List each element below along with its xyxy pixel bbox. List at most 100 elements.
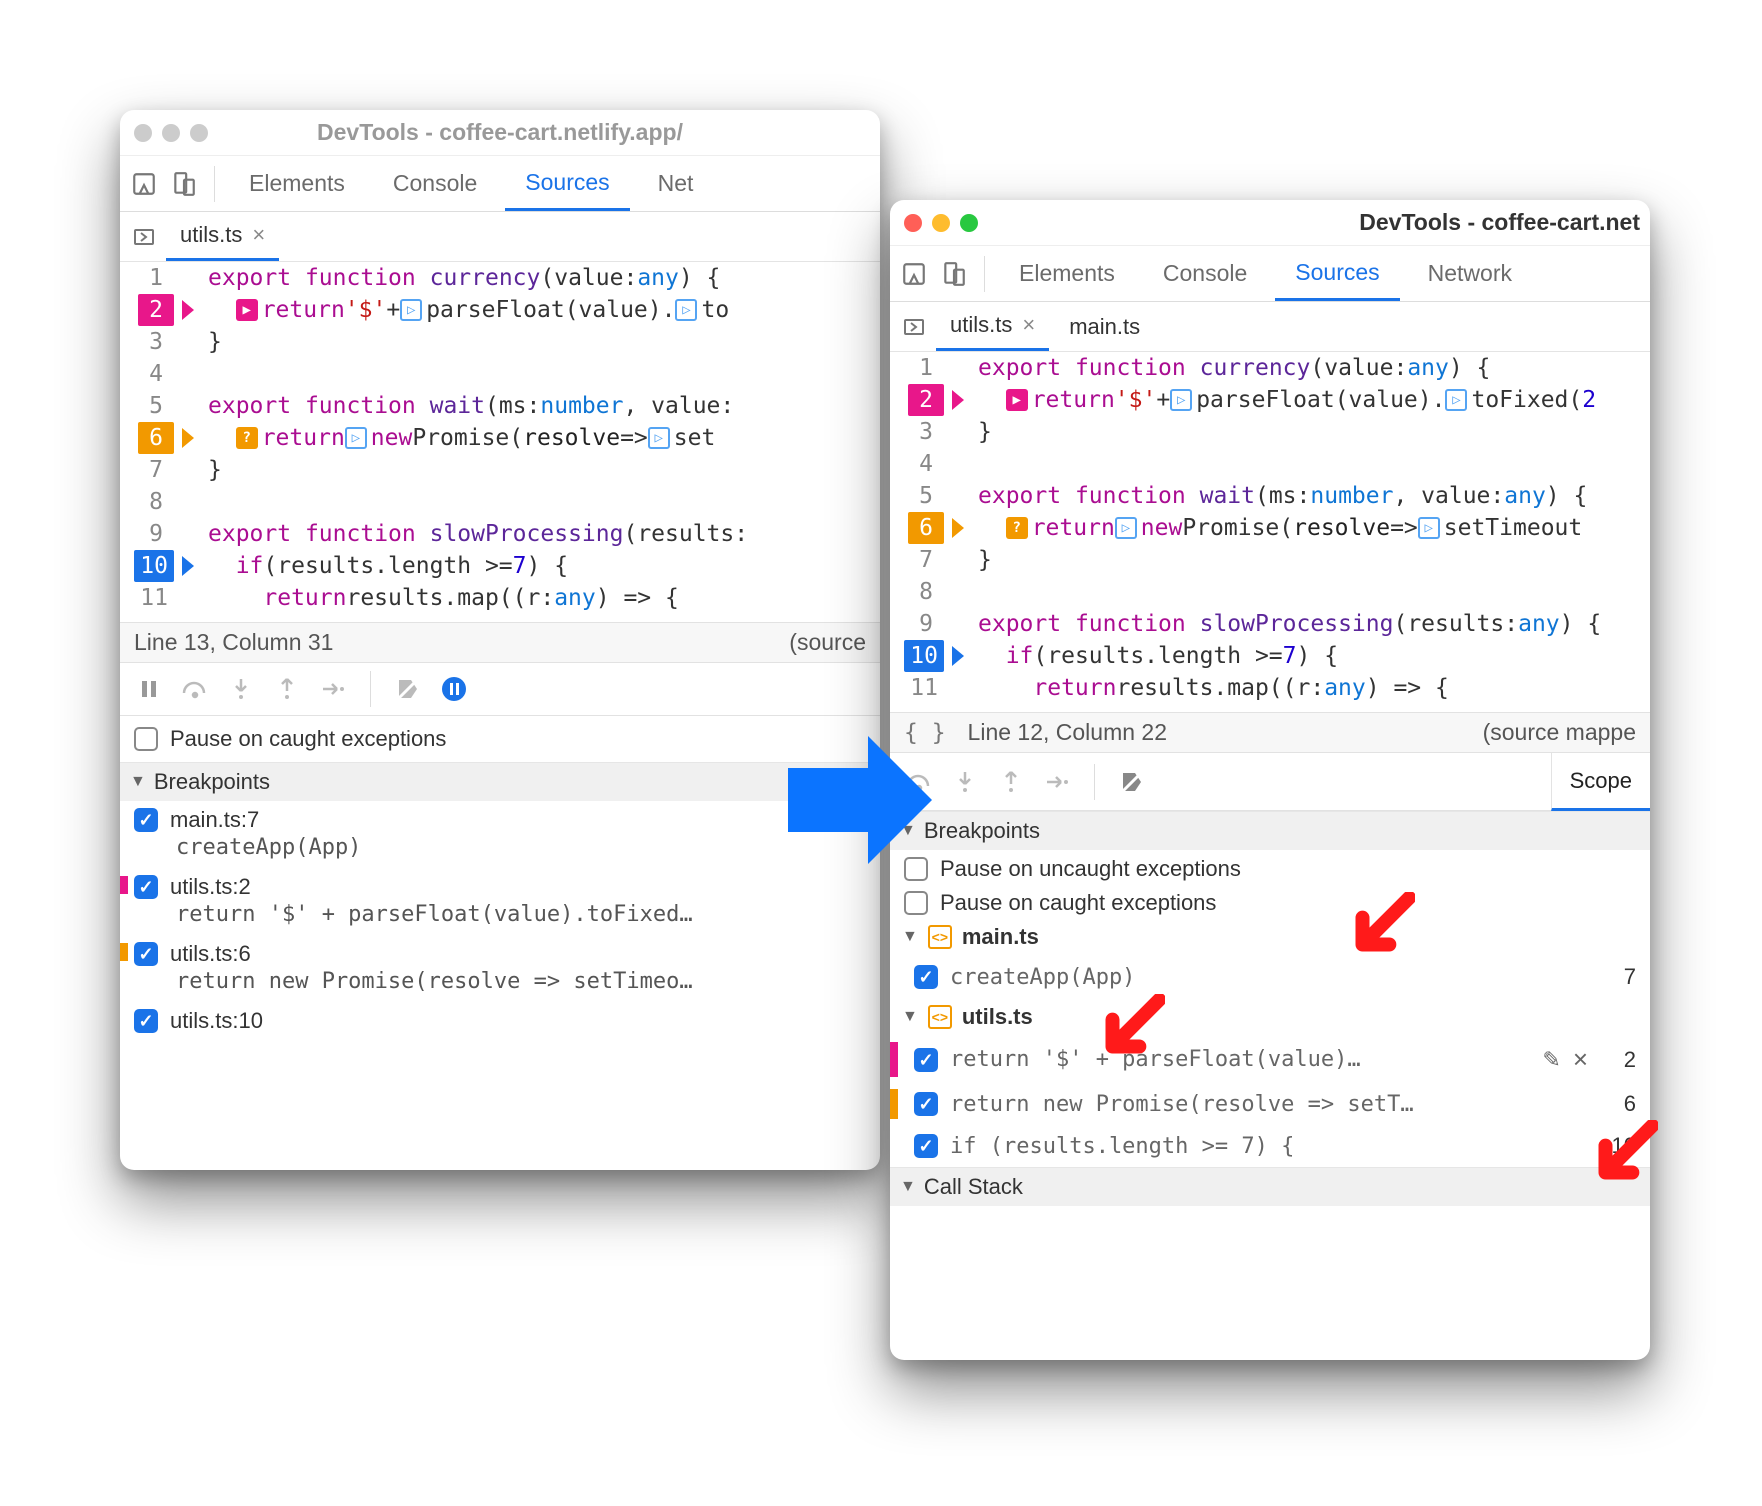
- tab-console[interactable]: Console: [373, 156, 497, 211]
- callstack-section: ▼Call Stack: [890, 1167, 1650, 1206]
- traffic-close-icon[interactable]: [904, 214, 922, 232]
- bp-snippet: return '$' + parseFloat(value).toFixed…: [120, 902, 880, 935]
- col-bp-icon[interactable]: ▷: [675, 299, 697, 321]
- bp-group-utils[interactable]: ▼ <> utils.ts: [890, 998, 1650, 1036]
- checkbox[interactable]: [134, 875, 158, 899]
- bp-row[interactable]: createApp(App) 7: [890, 956, 1650, 998]
- col-bp-icon[interactable]: ▷: [1115, 517, 1137, 539]
- device-toggle-icon[interactable]: [168, 168, 200, 200]
- checkbox[interactable]: [914, 1134, 938, 1158]
- tab-elements[interactable]: Elements: [229, 156, 365, 211]
- delete-icon[interactable]: ×: [1573, 1044, 1588, 1075]
- col-bp-icon[interactable]: ▷: [1418, 517, 1440, 539]
- bp-group-main[interactable]: ▼ <> main.ts: [890, 918, 1650, 956]
- col-bp-icon[interactable]: ▷: [345, 427, 367, 449]
- breakpoint-marker-icon[interactable]: ▶: [1006, 389, 1028, 411]
- file-tab-main[interactable]: main.ts: [1055, 302, 1154, 351]
- edit-icon[interactable]: ✎: [1542, 1047, 1560, 1073]
- file-tab-utils[interactable]: utils.ts ×: [166, 212, 279, 261]
- step-into-icon[interactable]: [226, 674, 256, 704]
- debugger-toolbar: [890, 753, 1650, 811]
- checkbox[interactable]: [134, 727, 158, 751]
- breakpoint-marker-icon[interactable]: ?: [236, 427, 258, 449]
- cursor-position: Line 12, Column 22: [958, 719, 1483, 746]
- inspect-icon[interactable]: [898, 258, 930, 290]
- pause-exceptions-icon[interactable]: [439, 674, 469, 704]
- bp-color-strip: [890, 1042, 898, 1077]
- tab-network[interactable]: Net: [638, 156, 714, 211]
- pause-uncaught-row[interactable]: Pause on uncaught exceptions: [890, 850, 1650, 884]
- titlebar[interactable]: DevTools - coffee-cart.netlify.app/: [120, 110, 880, 156]
- bp-color-strip: [890, 1089, 898, 1119]
- pause-caught-row[interactable]: Pause on caught exceptions: [890, 884, 1650, 918]
- col-bp-icon[interactable]: ▷: [1445, 389, 1467, 411]
- traffic-close-icon[interactable]: [134, 124, 152, 142]
- tab-sources[interactable]: Sources: [505, 156, 629, 211]
- traffic-min-icon[interactable]: [932, 214, 950, 232]
- file-tab-utils[interactable]: utils.ts ×: [936, 302, 1049, 351]
- deactivate-bp-icon[interactable]: [393, 674, 423, 704]
- device-toggle-icon[interactable]: [938, 258, 970, 290]
- tab-elements[interactable]: Elements: [999, 246, 1135, 301]
- close-icon[interactable]: ×: [252, 222, 265, 248]
- checkbox[interactable]: [914, 1048, 938, 1072]
- step-out-icon[interactable]: [272, 674, 302, 704]
- checkbox[interactable]: [134, 1009, 158, 1033]
- pause-caught-row[interactable]: Pause on caught exceptions: [120, 716, 880, 762]
- breakpoint-marker-icon[interactable]: ▶: [236, 299, 258, 321]
- breakpoint-item[interactable]: utils.ts:2: [120, 868, 880, 902]
- traffic-max-icon[interactable]: [960, 214, 978, 232]
- window-title: DevTools - coffee-cart.netlify.app/: [120, 119, 880, 146]
- devtools-window-after: DevTools - coffee-cart.net Elements Cons…: [890, 200, 1650, 1360]
- bp-row[interactable]: return '$' + parseFloat(value)… ✎ × 2: [890, 1036, 1650, 1083]
- tab-sources[interactable]: Sources: [1275, 246, 1399, 301]
- checkbox[interactable]: [914, 965, 938, 989]
- checkbox[interactable]: [914, 1092, 938, 1116]
- disclosure-triangle-icon[interactable]: ▼: [902, 1008, 918, 1026]
- breakpoint-marker-icon[interactable]: ?: [1006, 517, 1028, 539]
- traffic-max-icon[interactable]: [190, 124, 208, 142]
- pause-caught-label: Pause on caught exceptions: [170, 726, 446, 752]
- step-icon[interactable]: [318, 674, 348, 704]
- tab-console[interactable]: Console: [1143, 246, 1267, 301]
- step-icon[interactable]: [1042, 767, 1072, 797]
- breakpoint-item[interactable]: utils.ts:6: [120, 935, 880, 969]
- disclosure-triangle-icon[interactable]: ▼: [902, 928, 918, 946]
- navigator-toggle-icon[interactable]: [898, 311, 930, 343]
- checkbox[interactable]: [134, 942, 158, 966]
- bp-row[interactable]: return new Promise(resolve => setT… 6: [890, 1083, 1650, 1125]
- checkbox[interactable]: [904, 891, 928, 915]
- code-editor[interactable]: 1 2 3 4 5 6 7 8 9 10 11 export function …: [120, 262, 880, 622]
- gutter[interactable]: 1 2 3 4 5 6 7 8 9 10 11: [890, 352, 962, 712]
- breakpoints-header[interactable]: ▼Breakpoints: [120, 763, 880, 801]
- col-bp-icon[interactable]: ▷: [648, 427, 670, 449]
- close-icon[interactable]: ×: [1022, 312, 1035, 338]
- disclosure-triangle-icon[interactable]: ▼: [130, 773, 146, 791]
- sourcemap-hint: (source: [789, 629, 866, 656]
- traffic-min-icon[interactable]: [162, 124, 180, 142]
- bp-snippet: return new Promise(resolve => setTimeo…: [120, 969, 880, 1002]
- navigator-toggle-icon[interactable]: [128, 221, 160, 253]
- step-over-icon[interactable]: [180, 674, 210, 704]
- disclosure-triangle-icon[interactable]: ▼: [900, 1178, 916, 1196]
- pause-icon[interactable]: [134, 674, 164, 704]
- bp-row[interactable]: if (results.length >= 7) { 10: [890, 1125, 1650, 1167]
- titlebar[interactable]: DevTools - coffee-cart.net: [890, 200, 1650, 246]
- tab-scope[interactable]: Scope: [1551, 753, 1650, 811]
- inspect-icon[interactable]: [128, 168, 160, 200]
- col-bp-icon[interactable]: ▷: [1170, 389, 1192, 411]
- tab-network[interactable]: Network: [1408, 246, 1532, 301]
- step-out-icon[interactable]: [996, 767, 1026, 797]
- annotation-red-arrow-icon: [1588, 1120, 1658, 1190]
- deactivate-bp-icon[interactable]: [1117, 767, 1147, 797]
- code-editor[interactable]: 1 2 3 4 5 6 7 8 9 10 11 export function …: [890, 352, 1650, 712]
- step-into-icon[interactable]: [950, 767, 980, 797]
- breakpoint-item[interactable]: main.ts:7: [120, 801, 880, 835]
- col-bp-icon[interactable]: ▷: [400, 299, 422, 321]
- callstack-header[interactable]: ▼Call Stack: [890, 1168, 1650, 1206]
- breakpoints-header[interactable]: ▼Breakpoints: [890, 812, 1650, 850]
- checkbox[interactable]: [134, 808, 158, 832]
- gutter[interactable]: 1 2 3 4 5 6 7 8 9 10 11: [120, 262, 192, 622]
- breakpoint-item[interactable]: utils.ts:10: [120, 1002, 880, 1036]
- status-bar: { } Line 12, Column 22 (source mappe: [890, 712, 1650, 753]
